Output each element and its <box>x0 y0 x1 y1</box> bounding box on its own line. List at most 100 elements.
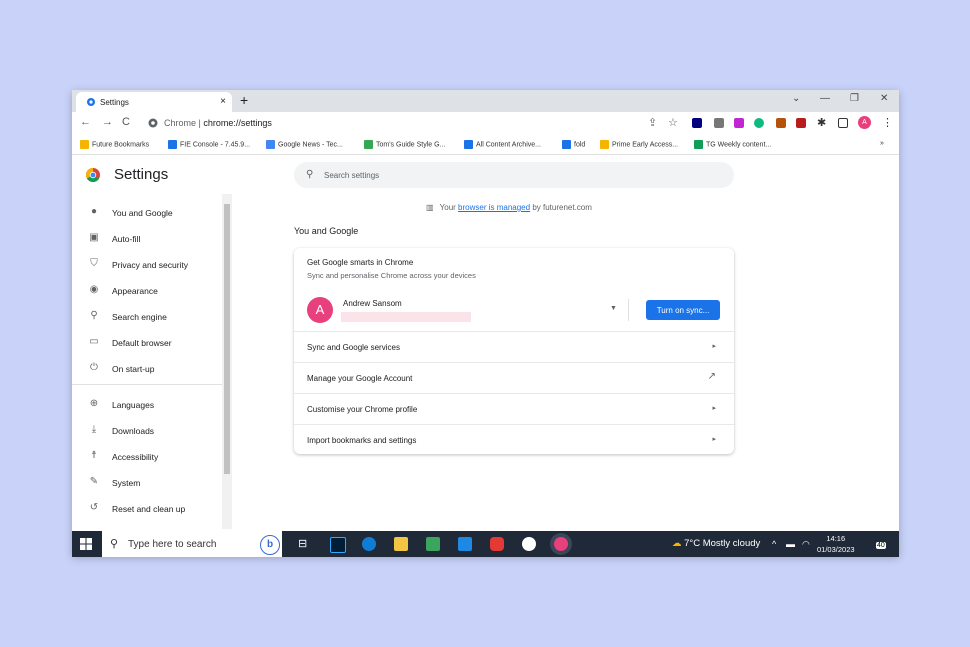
file-explorer-icon[interactable] <box>394 537 408 551</box>
tray-chevron-icon[interactable]: ^ <box>772 539 776 549</box>
star-icon[interactable]: ☆ <box>668 116 678 129</box>
sidebar-item-you-and-google[interactable]: ● You and Google <box>72 204 232 224</box>
search-placeholder: Search settings <box>324 171 380 180</box>
chevron-down-icon[interactable]: ⌄ <box>792 93 800 104</box>
minimize-icon[interactable]: — <box>820 93 830 104</box>
google-icon <box>364 140 373 149</box>
sidebar-item-languages[interactable]: ⊕ Languages <box>72 396 232 416</box>
taskbar: ⚲ Type here to search b ⊟ ☁ 7°C Mostly c… <box>72 531 899 557</box>
turn-on-sync-button[interactable]: Turn on sync... <box>646 300 720 320</box>
history-icon: ↺ <box>89 502 99 513</box>
bookmark-item[interactable]: Future Bookmarks <box>80 140 149 149</box>
managed-link[interactable]: browser is managed <box>458 203 530 212</box>
bookmarks-overflow[interactable]: » <box>880 140 884 147</box>
windows-start-icon[interactable] <box>80 538 92 550</box>
row-manage-account[interactable]: Manage your Google Account ↗ <box>294 362 734 394</box>
edge-icon[interactable] <box>362 537 376 551</box>
reload-icon[interactable]: C <box>122 116 130 128</box>
chrome-taskbar-icon[interactable] <box>554 537 568 551</box>
bookmarks-bar: Future Bookmarks FIE Console - 7.45.9...… <box>72 134 899 155</box>
share-icon[interactable]: ⇪ <box>648 116 657 129</box>
task-view-icon[interactable]: ⊟ <box>298 537 312 551</box>
bookmark-item[interactable]: TG Weekly content... <box>694 140 771 149</box>
sidebar: ● You and Google ▣ Auto-fill ⛉ Privacy and … <box>72 194 232 529</box>
sidebar-item-downloads[interactable]: ⤓ Downloads <box>72 422 232 442</box>
account-dropdown-icon[interactable]: ▼ <box>610 305 617 312</box>
address-bar[interactable]: Chrome | chrome://settings ⇪ <box>142 114 667 132</box>
mail-icon[interactable] <box>458 537 472 551</box>
chevron-right-icon: ▸ <box>712 436 716 443</box>
clock[interactable]: 14:16 01/03/2023 <box>817 533 855 555</box>
extension-icon[interactable] <box>692 118 702 128</box>
sidepanel-icon[interactable] <box>838 118 848 128</box>
new-tab-button[interactable]: + <box>240 92 248 108</box>
extension-icon[interactable] <box>714 118 724 128</box>
extension-icon[interactable] <box>776 118 786 128</box>
external-link-icon: ↗ <box>707 371 716 382</box>
toolbar: ← → C Chrome | chrome://settings ⇪ ☆ ✱ A… <box>72 112 899 134</box>
back-icon[interactable]: ← <box>80 116 91 128</box>
omnibox-url: chrome://settings <box>203 118 272 128</box>
omnibox-site: Chrome <box>164 118 197 128</box>
browser-window: Settings × + ⌄ — ❐ ✕ ← → C Chrome | chro… <box>72 90 899 556</box>
bookmark-item[interactable]: Google News - Tec... <box>266 140 343 149</box>
bookmark-item[interactable]: fold <box>562 140 585 149</box>
folder-icon <box>80 140 89 149</box>
forward-icon[interactable]: → <box>102 116 113 128</box>
bookmark-icon <box>266 140 275 149</box>
window-close-icon[interactable]: ✕ <box>880 93 888 104</box>
row-sync-services[interactable]: Sync and Google services ▸ <box>294 331 734 363</box>
extension-icon[interactable] <box>754 118 764 128</box>
notification-icon[interactable]: 40 <box>872 536 886 550</box>
battery-icon[interactable]: ▬ <box>786 539 795 549</box>
profile-avatar: A <box>307 297 333 323</box>
sidebar-item-autofill[interactable]: ▣ Auto-fill <box>72 230 232 250</box>
wrench-icon: ✎ <box>89 476 99 487</box>
bing-icon[interactable]: b <box>260 535 280 555</box>
cloud-icon: ☁ <box>672 538 682 549</box>
row-customise-profile[interactable]: Customise your Chrome profile ▸ <box>294 393 734 425</box>
search-input[interactable]: ⚲ Search settings <box>294 162 734 188</box>
bookmark-item[interactable]: Tom's Guide Style G... <box>364 140 445 149</box>
sidebar-item-appearance[interactable]: ◉ Appearance <box>72 282 232 302</box>
bookmark-item[interactable]: FIE Console - 7.45.9... <box>168 140 250 149</box>
extension-icon[interactable] <box>734 118 744 128</box>
sidebar-item-search-engine[interactable]: ⚲ Search engine <box>72 308 232 328</box>
clock-time: 14:16 <box>826 534 846 543</box>
restore-icon[interactable]: ❐ <box>850 93 859 104</box>
sidebar-item-system[interactable]: ✎ System <box>72 474 232 494</box>
app-icon[interactable] <box>490 537 504 551</box>
sidebar-item-privacy[interactable]: ⛉ Privacy and security <box>72 256 232 276</box>
sidebar-item-accessibility[interactable]: ☨ Accessibility <box>72 448 232 468</box>
bookmark-item[interactable]: All Content Archive... <box>464 140 541 149</box>
calculator-icon[interactable] <box>426 537 440 551</box>
sidebar-item-reset[interactable]: ↺ Reset and clean up <box>72 500 232 520</box>
avatar[interactable]: A <box>858 116 871 129</box>
bookmark-item[interactable]: Prime Early Access... <box>600 140 678 149</box>
sidebar-item-default-browser[interactable]: ▭ Default browser <box>72 334 232 354</box>
weather-widget[interactable]: ☁ 7°C Mostly cloudy <box>672 538 760 549</box>
tab-settings[interactable]: Settings × <box>76 92 232 112</box>
taskbar-search-input[interactable]: ⚲ Type here to search b <box>102 531 282 557</box>
tab-title: Settings <box>100 98 129 107</box>
wifi-icon[interactable]: ◠ <box>802 539 810 550</box>
puzzle-icon[interactable]: ✱ <box>817 116 826 129</box>
sidebar-scrollbar[interactable] <box>222 194 232 529</box>
photoshop-icon[interactable] <box>330 537 346 553</box>
accessibility-icon: ☨ <box>91 450 97 461</box>
row-import-bookmarks[interactable]: Import bookmarks and settings ▸ <box>294 424 734 456</box>
divider <box>628 299 629 321</box>
bookmark-icon <box>168 140 177 149</box>
profile-email-redacted <box>341 312 471 322</box>
slack-icon[interactable] <box>522 537 536 551</box>
scroll-thumb[interactable] <box>224 204 230 474</box>
extension-icon[interactable] <box>796 118 806 128</box>
sidebar-item-on-startup[interactable]: ⏻ On start-up <box>72 360 232 380</box>
page-title: Settings <box>114 166 169 183</box>
you-and-google-card: Get Google smarts in Chrome Sync and per… <box>294 248 734 454</box>
browser-icon: ▭ <box>89 336 99 347</box>
gear-icon <box>87 98 95 106</box>
menu-icon[interactable]: ⋮ <box>882 116 893 129</box>
close-icon[interactable]: × <box>220 96 226 107</box>
building-icon: ▥ <box>426 203 434 212</box>
